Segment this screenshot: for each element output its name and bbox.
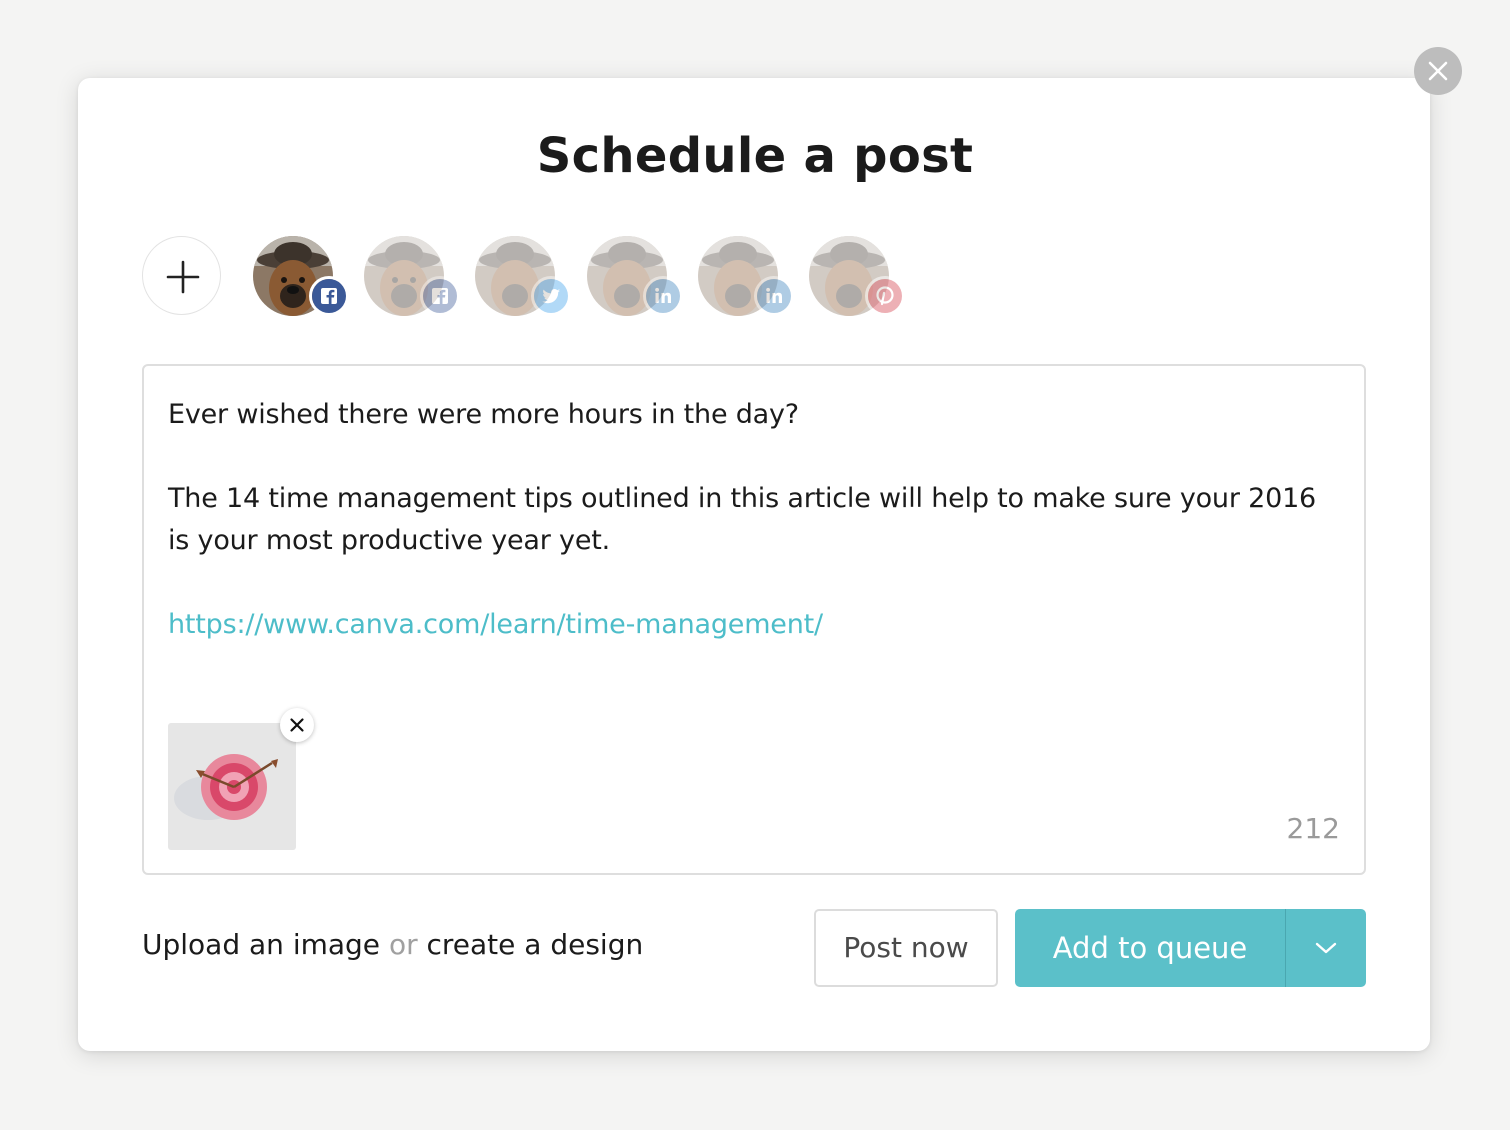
add-to-queue-button[interactable]: Add to queue [1015,909,1285,987]
close-icon [1428,61,1448,81]
queue-options-dropdown[interactable] [1286,909,1366,987]
add-to-queue-split-button: Add to queue [1015,909,1366,987]
plus-icon [166,260,200,294]
twitter-icon [531,276,571,316]
post-line-2: The 14 time management tips outlined in … [168,483,1317,556]
remove-image-button[interactable] [280,708,314,742]
create-design-link[interactable]: create a design [427,928,644,961]
linkedin-icon [643,276,683,316]
post-now-button[interactable]: Post now [814,909,998,987]
chevron-down-icon [1315,942,1337,954]
upload-image-link[interactable]: Upload an image [142,928,380,961]
target-image [174,754,278,820]
post-url-link[interactable]: https://www.canva.com/learn/time-managem… [168,609,823,640]
account-twitter[interactable] [475,236,571,318]
or-label: or [388,928,418,961]
account-pinterest[interactable] [809,236,905,318]
facebook-icon [420,276,460,316]
post-line-1: Ever wished there were more hours in the… [168,399,799,430]
close-dialog-button[interactable] [1414,47,1462,95]
character-counter: 212 [1286,812,1340,845]
media-options: Upload an image or create a design [142,928,643,961]
post-text[interactable]: Ever wished there were more hours in the… [168,394,1328,646]
account-linkedin-1[interactable] [587,236,683,318]
post-composer[interactable]: Ever wished there were more hours in the… [142,364,1366,875]
add-account-button[interactable] [142,236,221,315]
linkedin-icon [754,276,794,316]
account-facebook-1[interactable] [253,236,349,318]
close-icon [290,718,304,732]
facebook-icon [309,276,349,316]
account-linkedin-2[interactable] [698,236,794,318]
pinterest-icon [865,276,905,316]
account-facebook-2[interactable] [364,236,460,318]
attached-image-thumbnail [168,723,296,850]
dialog-title: Schedule a post [536,128,974,184]
